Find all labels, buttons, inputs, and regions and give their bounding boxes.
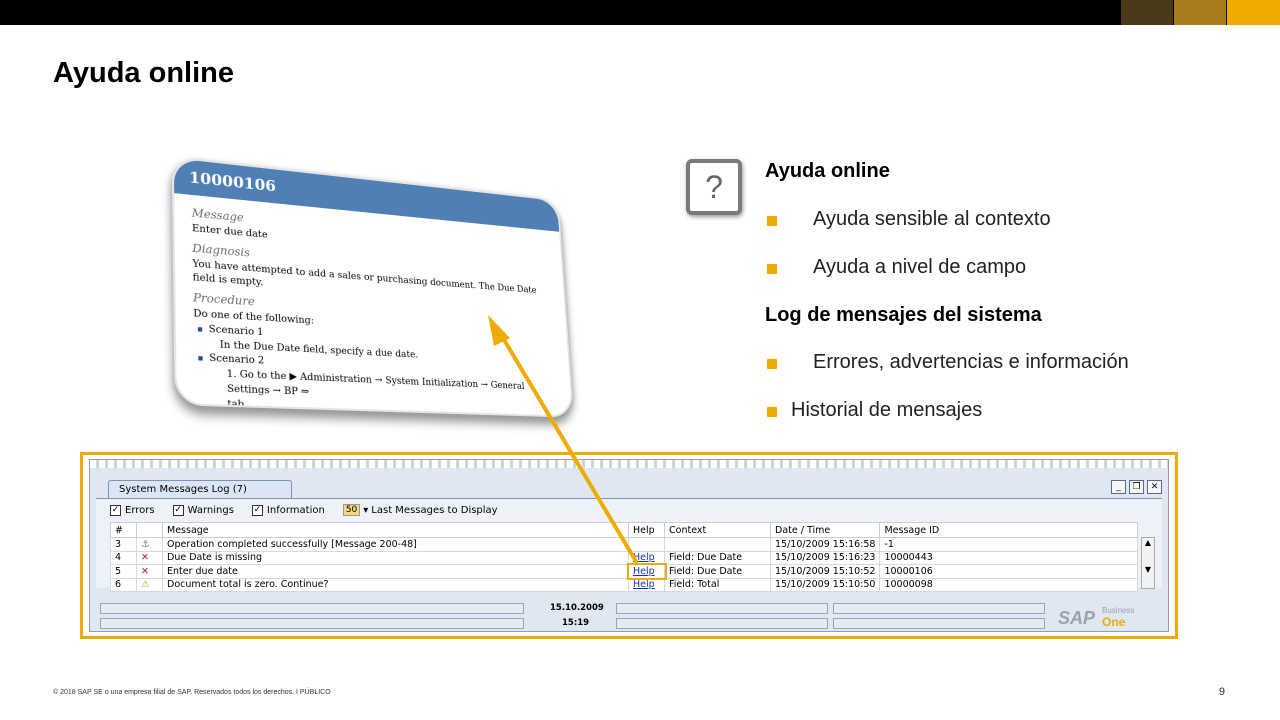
- error-icon: ✕: [136, 564, 163, 579]
- system-messages-window: System Messages Log (7) _ ❐ ✕ ✓ Errors ✓ W…: [89, 459, 1169, 632]
- heading-system-log: Log de mensajes del sistema: [765, 304, 1042, 326]
- warning-icon: ⚠: [136, 577, 163, 592]
- restore-icon[interactable]: ❐: [1129, 480, 1144, 494]
- accent-block: [1121, 0, 1173, 25]
- accent-block: [1174, 0, 1226, 25]
- row-message: Due Date is missing: [162, 550, 629, 565]
- top-bar: [0, 0, 1280, 25]
- row-context: Field: Due Date: [664, 550, 771, 565]
- row-help: [628, 537, 665, 552]
- col-header[interactable]: Message ID: [879, 522, 1138, 538]
- errors-checkbox[interactable]: ✓ Errors: [110, 504, 155, 516]
- row-message-id: 10000443: [879, 550, 1138, 565]
- chevron-down-icon[interactable]: ▾: [363, 505, 368, 516]
- table-header: # Message Help Context Date / Time Messa…: [110, 522, 1138, 538]
- sap-business-one-logo: SAP Business One: [1058, 606, 1135, 629]
- row-datetime: 15/10/2009 15:16:23: [769, 550, 881, 565]
- vertical-scrollbar[interactable]: ▲ ▼: [1141, 537, 1155, 589]
- accent-block: [1227, 0, 1280, 25]
- tab-system-messages-log[interactable]: System Messages Log (7): [108, 480, 292, 498]
- col-header[interactable]: #: [110, 522, 137, 538]
- row-message: Enter due date: [162, 564, 629, 579]
- status-time: 15:19: [562, 618, 590, 628]
- row-message: Document total is zero. Continue?: [162, 577, 629, 592]
- row-message-id: -1: [879, 537, 1138, 552]
- row-message: Operation completed successfully [Messag…: [162, 537, 629, 552]
- messages-table: # Message Help Context Date / Time Messa…: [110, 522, 1138, 592]
- status-field: [616, 618, 828, 629]
- table-row[interactable]: 6 ⚠ Document total is zero. Continue? He…: [110, 577, 1138, 592]
- minimize-icon[interactable]: _: [1111, 480, 1126, 494]
- question-icon: ?: [686, 159, 742, 215]
- status-field: [100, 603, 524, 614]
- bullet-square: [767, 407, 777, 417]
- row-datetime: 15/10/2009 15:10:50: [769, 577, 881, 592]
- row-message-id: 10000106: [879, 564, 1138, 579]
- filter-bar: ✓ Errors ✓ Warnings ✓ Information 50 ▾ Last M…: [110, 504, 498, 516]
- status-field: [616, 603, 828, 614]
- info-icon: ⚓: [136, 537, 163, 552]
- status-field: [100, 618, 524, 629]
- row-number: 3: [110, 537, 137, 552]
- message-count-select[interactable]: 50 ▾ Last Messages to Display: [342, 504, 498, 516]
- col-header[interactable]: Context: [664, 522, 771, 538]
- slide: Ayuda online 10000106 Message Enter due …: [0, 0, 1280, 720]
- row-context: Field: Due Date: [664, 564, 771, 579]
- footer-copyright: © 2018 SAP SE o una empresa filial de SA…: [53, 689, 331, 696]
- col-header[interactable]: [136, 522, 163, 538]
- page-number: 9: [1218, 686, 1225, 698]
- close-icon[interactable]: ✕: [1147, 480, 1162, 494]
- table-row[interactable]: 3 ⚓ Operation completed successfully [Me…: [110, 537, 1138, 552]
- col-header[interactable]: Message: [162, 522, 629, 538]
- list-item: Errores, advertencias e información: [813, 351, 1129, 373]
- list-item: Historial de mensajes: [791, 399, 983, 421]
- status-bar: 15.10.2009 15:19 SAP Business One: [100, 603, 1160, 631]
- help-link-selected[interactable]: Help: [633, 566, 655, 577]
- bullet-square: [767, 216, 777, 226]
- torn-edge: [90, 460, 1168, 468]
- row-datetime: 15/10/2009 15:16:58: [769, 537, 881, 552]
- row-number: 6: [110, 577, 137, 592]
- row-message-id: 10000098: [879, 577, 1138, 592]
- warnings-checkbox[interactable]: ✓ Warnings: [172, 504, 234, 516]
- page-title: Ayuda online: [53, 57, 234, 89]
- col-header[interactable]: Date / Time: [769, 522, 881, 538]
- row-number: 4: [110, 550, 137, 565]
- list-item: Ayuda a nivel de campo: [813, 256, 1027, 278]
- col-header[interactable]: Help: [628, 522, 665, 538]
- help-link[interactable]: Help: [633, 552, 655, 563]
- window-controls: _ ❐ ✕: [1111, 480, 1162, 494]
- help-card-page: 10000106 Message Enter due date Diagnosi…: [171, 155, 574, 418]
- status-field: [833, 603, 1045, 614]
- status-date: 15.10.2009: [550, 603, 604, 613]
- bullet-square: [767, 264, 777, 274]
- row-datetime: 15/10/2009 15:10:52: [769, 564, 881, 579]
- information-checkbox[interactable]: ✓ Information: [251, 504, 325, 516]
- heading-online-help: Ayuda online: [765, 160, 890, 182]
- table-row[interactable]: 4 ✕ Due Date is missing Help Field: Due …: [110, 550, 1138, 565]
- bullet-square: [767, 359, 777, 369]
- help-card: 10000106 Message Enter due date Diagnosi…: [150, 155, 630, 438]
- error-icon: ✕: [136, 550, 163, 565]
- row-number: 5: [110, 564, 137, 579]
- list-item: Ayuda sensible al contexto: [813, 208, 1051, 230]
- screenshot-frame: System Messages Log (7) _ ❐ ✕ ✓ Errors ✓ W…: [80, 452, 1178, 639]
- row-context: [664, 537, 771, 552]
- table-row[interactable]: 5 ✕ Enter due date Help Field: Due Date …: [110, 562, 1138, 580]
- help-link[interactable]: Help: [633, 579, 655, 590]
- status-field: [833, 618, 1045, 629]
- row-context: Field: Total: [664, 577, 771, 592]
